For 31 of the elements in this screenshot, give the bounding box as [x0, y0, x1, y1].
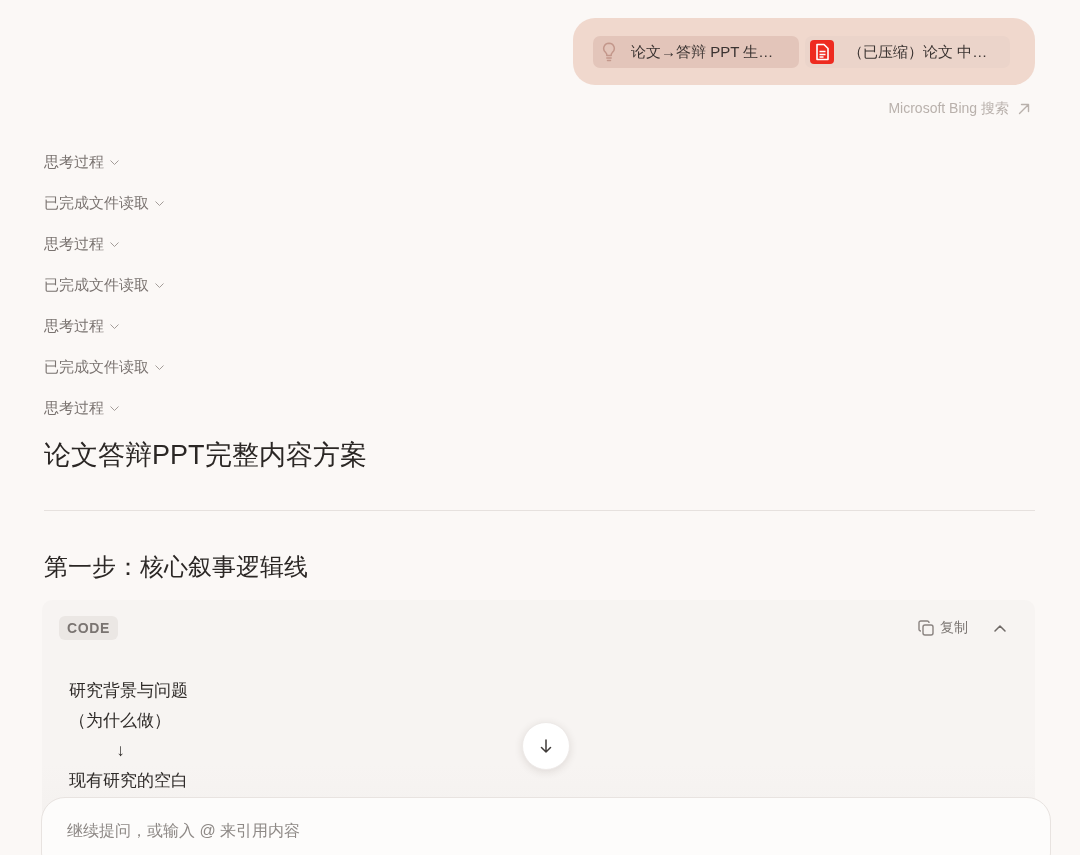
code-line: （为什么做） — [69, 710, 171, 732]
arrow-up-right-icon — [1018, 103, 1030, 115]
attachment-chip[interactable]: （已压缩）论文 中… — [805, 36, 1010, 68]
code-line: 现有研究的空白 — [69, 770, 188, 792]
step-toggle[interactable]: 思考过程 — [44, 235, 119, 254]
code-line: 研究背景与问题 — [69, 680, 188, 702]
section-heading: 第一步：核心叙事逻辑线 — [44, 552, 308, 582]
step-toggle[interactable]: 已完成文件读取 — [44, 358, 164, 377]
chevron-icon — [155, 365, 164, 370]
step-toggle[interactable]: 思考过程 — [44, 317, 119, 336]
step-toggle[interactable]: 已完成文件读取 — [44, 194, 164, 213]
copy-button[interactable]: 复制 — [918, 619, 968, 637]
step-toggle[interactable]: 已完成文件读取 — [44, 276, 164, 295]
copy-icon — [918, 620, 934, 636]
chevron-up-icon — [994, 624, 1006, 632]
step-toggle[interactable]: 思考过程 — [44, 153, 119, 172]
chevron-icon — [155, 283, 164, 288]
chevron-icon — [110, 160, 119, 165]
chevron-icon — [110, 242, 119, 247]
message-input[interactable]: 继续提问，或输入 @ 来引用内容 — [41, 797, 1051, 855]
document-icon — [810, 40, 834, 64]
arrow-down-icon — [540, 739, 552, 753]
step-toggle[interactable]: 思考过程 — [44, 399, 119, 418]
chevron-icon — [110, 406, 119, 411]
code-line: ↓ — [115, 740, 125, 762]
attachment-chip[interactable]: 论文→答辩 PPT 生… — [593, 36, 799, 68]
chevron-icon — [155, 201, 164, 206]
lightbulb-icon — [602, 42, 616, 62]
chevron-icon — [110, 324, 119, 329]
answer-title: 论文答辩PPT完整内容方案 — [44, 439, 367, 472]
language-badge: CODE — [59, 616, 118, 640]
